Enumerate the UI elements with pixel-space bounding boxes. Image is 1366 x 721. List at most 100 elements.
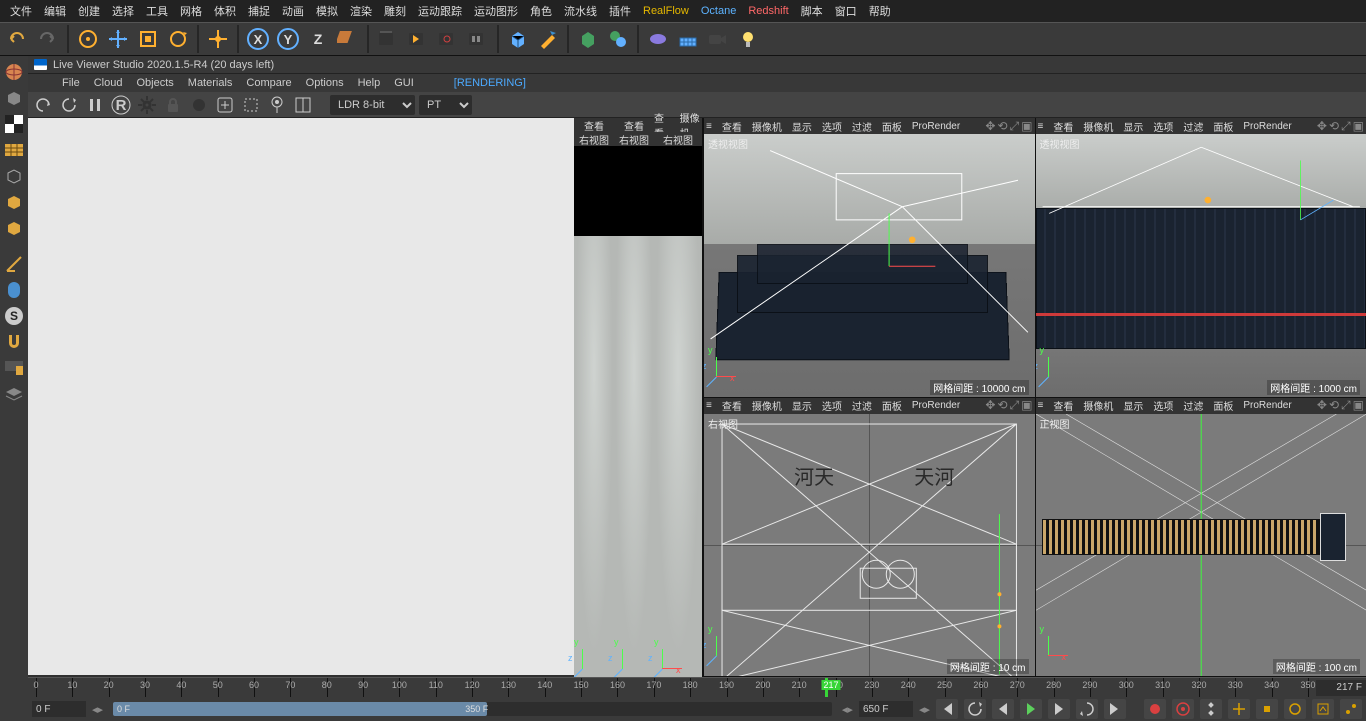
menu-help[interactable]: 帮助 (863, 3, 897, 19)
scale-key-button[interactable] (1256, 699, 1278, 719)
vp-nav-icon[interactable]: ⟲ (997, 119, 1007, 134)
gear-icon[interactable] (136, 94, 158, 116)
submenu-compare[interactable]: Compare (246, 77, 291, 89)
submenu-file[interactable]: File (62, 77, 80, 89)
vp-m[interactable]: 面板 (1213, 119, 1233, 134)
range-slider[interactable]: 0 F 350 F (113, 702, 832, 716)
thumb-menu-view[interactable]: 查看 (584, 118, 604, 133)
vp-btn[interactable]: ≡ (1038, 400, 1044, 411)
light-button[interactable] (734, 25, 762, 53)
wire-cube-icon[interactable] (2, 164, 26, 188)
menu-simulate[interactable]: 模拟 (310, 3, 344, 19)
menu-file[interactable]: 文件 (4, 3, 38, 19)
back-icon[interactable] (32, 94, 54, 116)
bit-depth-select[interactable]: LDR 8-bit (330, 95, 415, 115)
start-frame-input[interactable]: 0 F (32, 701, 86, 717)
menu-edit[interactable]: 编辑 (38, 3, 72, 19)
cloner-button[interactable] (604, 25, 632, 53)
cube-icon[interactable] (2, 86, 26, 110)
submenu-help[interactable]: Help (358, 77, 381, 89)
menu-octane[interactable]: Octane (695, 5, 742, 17)
thumb-col-3[interactable]: 查看 摄像机 右视图 yxz (654, 118, 702, 677)
reset-icon[interactable]: R (110, 94, 132, 116)
menu-select[interactable]: 选择 (106, 3, 140, 19)
grid-icon[interactable] (2, 138, 26, 162)
region-icon[interactable] (240, 94, 262, 116)
vp-nav-icon[interactable]: ▣ (1353, 398, 1364, 413)
vp-m[interactable]: 查看 (1053, 119, 1073, 134)
camera-button[interactable] (704, 25, 732, 53)
subdivision-button[interactable] (574, 25, 602, 53)
vp-nav-icon[interactable]: ✥ (1317, 398, 1327, 413)
scale-tool[interactable] (134, 25, 162, 53)
rotate-tool[interactable] (164, 25, 192, 53)
vp-menu-cam[interactable]: 摄像机 (752, 119, 782, 134)
vp-menu-panel[interactable]: 面板 (882, 119, 902, 134)
menu-animate[interactable]: 动画 (276, 3, 310, 19)
refresh-icon[interactable] (58, 94, 80, 116)
coord-sys-button[interactable] (334, 25, 362, 53)
globe-icon[interactable] (2, 60, 26, 84)
vp-nav-icon[interactable]: ✥ (1317, 119, 1327, 134)
viewport-bottom-left[interactable]: ≡ 查看 摄像机 显示 选项 过滤 面板 ProRender ✥⟲⤢▣ 右视图 (703, 398, 1035, 678)
end-frame-input[interactable]: 650 F (859, 701, 913, 717)
move-tool[interactable] (104, 25, 132, 53)
submenu-materials[interactable]: Materials (188, 77, 233, 89)
thumb-col-2[interactable]: 查看 右视图 yz (614, 118, 654, 677)
vp-nav-icon[interactable]: ✥ (985, 398, 995, 413)
undo-button[interactable] (4, 25, 32, 53)
menu-mtrack[interactable]: 运动跟踪 (412, 3, 468, 19)
vp-nav-icon[interactable]: ⤢ (1010, 398, 1020, 413)
next-frame-button[interactable] (1048, 699, 1070, 719)
submenu-options[interactable]: Options (306, 77, 344, 89)
move-key-button[interactable] (1228, 699, 1250, 719)
menu-plugins[interactable]: 插件 (603, 3, 637, 19)
vp-m[interactable]: ProRender (1243, 121, 1291, 132)
viewport-top-right[interactable]: ≡ 查看 摄像机 显示 选项 过滤 面板 ProRender ✥⟲⤢▣ 透视视图 (1035, 118, 1366, 398)
vp-m[interactable]: 显示 (1123, 119, 1143, 134)
vp-btn[interactable]: ≡ (1038, 121, 1044, 132)
pen-tool-button[interactable] (534, 25, 562, 53)
param-key-button[interactable] (1312, 699, 1334, 719)
vp-m[interactable]: 查看 (722, 398, 742, 413)
circle-icon[interactable] (188, 94, 210, 116)
autokey-button[interactable] (1172, 699, 1194, 719)
thumb-menu-view2[interactable]: 查看 (624, 118, 644, 133)
vp-m[interactable]: 查看 (1053, 398, 1073, 413)
z-axis-button[interactable]: Z (304, 25, 332, 53)
vp-nav-icon[interactable]: ▣ (1353, 119, 1364, 134)
rot-key-button[interactable] (1284, 699, 1306, 719)
vp-nav-icon[interactable]: ⟲ (1329, 119, 1339, 134)
vp-menu-disp[interactable]: 显示 (792, 119, 812, 134)
menu-character[interactable]: 角色 (524, 3, 558, 19)
render-region-button[interactable] (404, 25, 432, 53)
menu-snap[interactable]: 捕捉 (242, 3, 276, 19)
pause-icon[interactable] (84, 94, 106, 116)
mouse-icon[interactable] (2, 278, 26, 302)
vp-menu-opt[interactable]: 选项 (822, 119, 842, 134)
render-view[interactable]: 查看 右视图 yz 查看 右视图 yz 查看 摄像机 (28, 118, 703, 677)
add-icon[interactable] (214, 94, 236, 116)
vp-menu-view[interactable]: 查看 (722, 119, 742, 134)
solid-cube-icon[interactable] (2, 190, 26, 214)
menu-render[interactable]: 渲染 (344, 3, 378, 19)
vp-nav-icon[interactable]: ✥ (985, 119, 995, 134)
record-button[interactable] (1144, 699, 1166, 719)
vp-m[interactable]: 面板 (882, 398, 902, 413)
bend-button[interactable] (644, 25, 672, 53)
menu-redshift[interactable]: Redshift (742, 5, 794, 17)
vp-m[interactable]: 选项 (1153, 119, 1173, 134)
vp-m[interactable]: 选项 (1153, 398, 1173, 413)
timeline[interactable]: 0102030405060708090100110120130140150160… (28, 677, 1366, 697)
primitive-cube-button[interactable] (504, 25, 532, 53)
menu-pipeline[interactable]: 流水线 (558, 3, 603, 19)
vp-m[interactable]: 显示 (1123, 398, 1143, 413)
render-queue-button[interactable] (464, 25, 492, 53)
menu-tools[interactable]: 工具 (140, 3, 174, 19)
keyset-button[interactable] (1200, 699, 1222, 719)
layers-icon[interactable] (2, 382, 26, 406)
viewport-top-left[interactable]: ≡ 查看 摄像机 显示 选项 过滤 面板 ProRender ✥⟲⤢▣ 透视视图 (703, 118, 1035, 398)
vp-menu-pro[interactable]: ProRender (912, 121, 960, 132)
vp-nav-icon[interactable]: ⟲ (1329, 398, 1339, 413)
engine-select[interactable]: PT (419, 95, 472, 115)
